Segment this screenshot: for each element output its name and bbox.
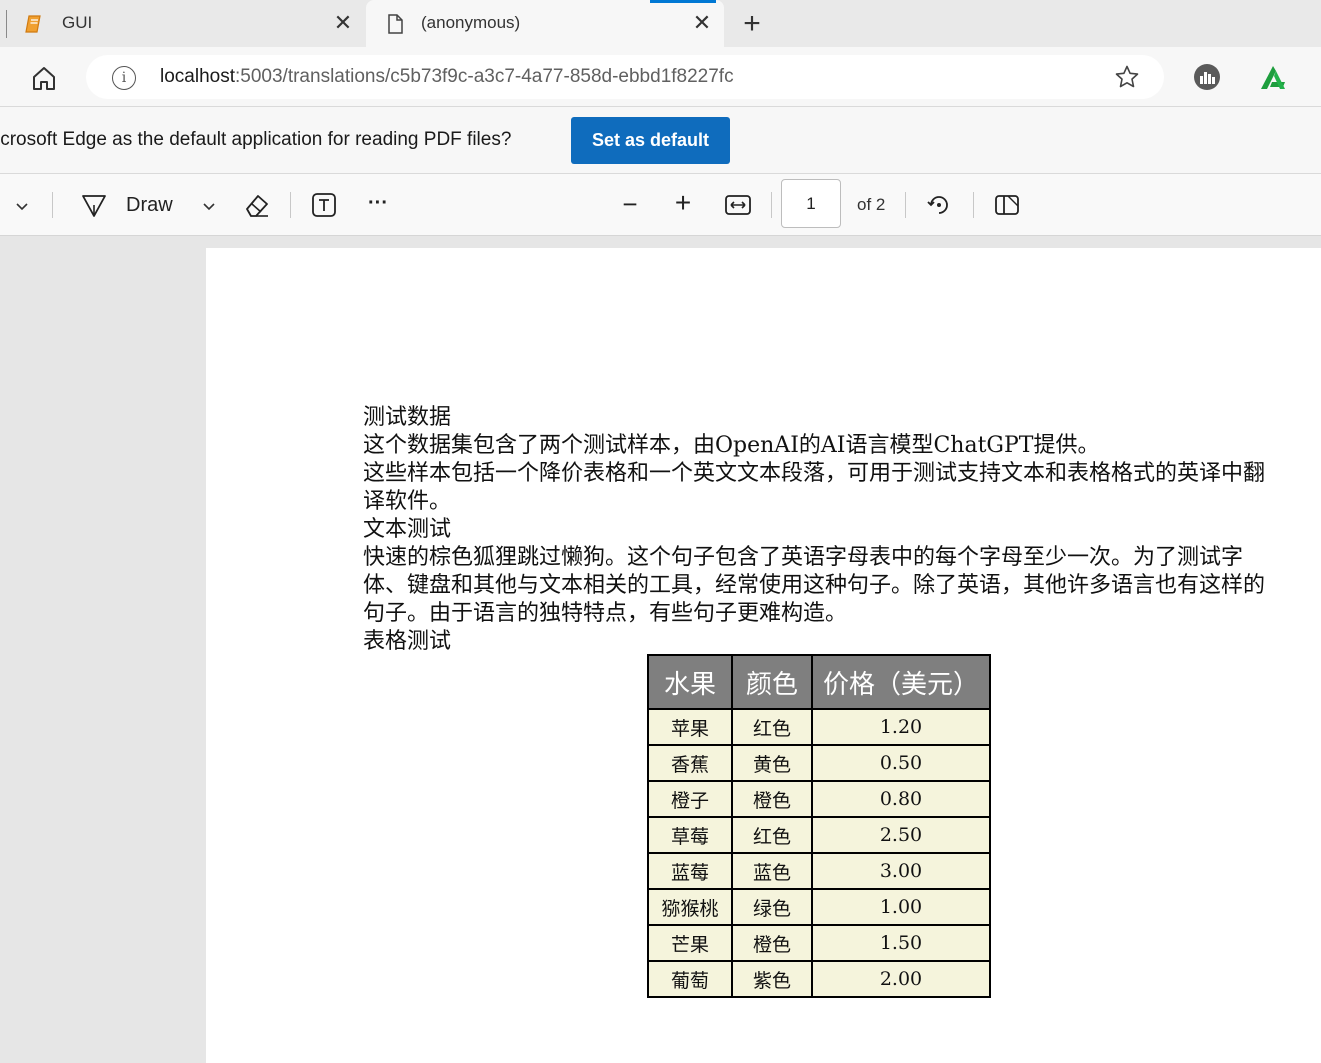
cell-price: 3.00	[811, 852, 991, 890]
cell-fruit: 苹果	[647, 708, 733, 746]
text-box-icon[interactable]	[311, 192, 337, 218]
header-color: 颜色	[731, 654, 813, 710]
extension-icon[interactable]	[1193, 63, 1221, 91]
draw-button-label[interactable]: Draw	[126, 194, 173, 217]
url-path: :5003/translations/c5b73f9c-a3c7-4a77-85…	[235, 66, 734, 87]
page-view-icon[interactable]	[993, 191, 1021, 219]
cell-fruit: 猕猴桃	[647, 888, 733, 926]
toolbar-divider	[771, 192, 772, 218]
cell-color: 紫色	[731, 960, 813, 998]
cell-color: 橙色	[731, 924, 813, 962]
pdf-toolbar: Draw ··· − + 1 of 2	[0, 174, 1321, 236]
toolbar-divider	[52, 192, 53, 218]
cell-price: 2.50	[811, 816, 991, 854]
cell-price: 1.50	[811, 924, 991, 962]
table-row: 蓝莓 蓝色 3.00	[647, 852, 991, 890]
pdf-viewer[interactable]: 测试数据 这个数据集包含了两个测试样本，由OpenAI的AI语言模型ChatGP…	[0, 236, 1321, 1063]
cell-fruit: 橙子	[647, 780, 733, 818]
set-as-default-button[interactable]: Set as default	[571, 117, 730, 164]
close-icon[interactable]: ✕	[331, 10, 355, 35]
fruit-table-wrapper: 水果 颜色 价格（美元） 苹果 红色 1.20 香蕉 黄色 0.50 橙子 橙色…	[647, 654, 991, 998]
table-row: 橙子 橙色 0.80	[647, 780, 991, 818]
new-tab-button[interactable]: +	[736, 7, 768, 40]
fruit-price-table: 水果 颜色 价格（美元） 苹果 红色 1.20 香蕉 黄色 0.50 橙子 橙色…	[647, 654, 991, 998]
draw-pen-icon[interactable]	[80, 191, 108, 219]
table-row: 葡萄 紫色 2.00	[647, 960, 991, 998]
table-row: 草莓 红色 2.50	[647, 816, 991, 854]
cell-color: 红色	[731, 816, 813, 854]
intro-paragraph: 这些样本包括一个降价表格和一个英文文本段落，可用于测试支持文本和表格格式的英译中…	[363, 461, 1266, 514]
more-options-icon[interactable]: ···	[364, 189, 392, 217]
zoom-out-button[interactable]: −	[616, 189, 644, 219]
table-row: 芒果 橙色 1.50	[647, 924, 991, 962]
cell-price: 1.20	[811, 708, 991, 746]
fit-to-width-icon[interactable]	[724, 191, 752, 219]
cell-price: 0.50	[811, 744, 991, 782]
eraser-icon[interactable]	[243, 192, 271, 220]
cell-color: 橙色	[731, 780, 813, 818]
cell-fruit: 草莓	[647, 816, 733, 854]
table-header-row: 水果 颜色 价格（美元）	[647, 654, 991, 710]
cell-fruit: 葡萄	[647, 960, 733, 998]
document-heading: 测试数据	[363, 405, 452, 430]
document-content: 测试数据 这个数据集包含了两个测试样本，由OpenAI的AI语言模型ChatGP…	[363, 404, 1283, 656]
intro-paragraph: 这个数据集包含了两个测试样本，由OpenAI的AI语言模型ChatGPT提供。	[363, 433, 1100, 458]
tab-label: GUI	[62, 13, 93, 32]
navigation-bar: i localhost:5003/translations/c5b73f9c-a…	[0, 47, 1321, 106]
default-pdf-banner: icrosoft Edge as the default application…	[0, 106, 1321, 174]
toolbar-divider	[290, 192, 291, 218]
cell-fruit: 香蕉	[647, 744, 733, 782]
chevron-down-icon[interactable]	[199, 196, 219, 216]
cell-fruit: 蓝莓	[647, 852, 733, 890]
table-row: 猕猴桃 绿色 1.00	[647, 888, 991, 926]
zoom-in-button[interactable]: +	[669, 187, 697, 218]
site-info-icon[interactable]: i	[112, 66, 136, 90]
toolbar-divider	[973, 192, 974, 218]
cell-color: 蓝色	[731, 852, 813, 890]
cell-price: 2.00	[811, 960, 991, 998]
url-text[interactable]: localhost:5003/translations/c5b73f9c-a3c…	[160, 66, 734, 88]
table-row: 苹果 红色 1.20	[647, 708, 991, 746]
address-bar[interactable]: i localhost:5003/translations/c5b73f9c-a…	[86, 55, 1164, 99]
table-row: 香蕉 黄色 0.50	[647, 744, 991, 782]
header-price: 价格（美元）	[811, 654, 991, 710]
favorite-star-icon[interactable]	[1114, 64, 1140, 90]
cell-price: 0.80	[811, 780, 991, 818]
url-host: localhost	[160, 66, 235, 87]
tab-anonymous[interactable]: (anonymous) ✕	[366, 0, 724, 47]
cell-price: 1.00	[811, 888, 991, 926]
chevron-down-icon[interactable]	[12, 196, 32, 216]
cell-fruit: 芒果	[647, 924, 733, 962]
document-icon	[388, 14, 403, 34]
pdf-page: 测试数据 这个数据集包含了两个测试样本，由OpenAI的AI语言模型ChatGP…	[206, 248, 1321, 1063]
page-number-input[interactable]: 1	[781, 179, 841, 228]
header-fruit: 水果	[647, 654, 733, 710]
tab-strip: GUI ✕ (anonymous) ✕ +	[0, 0, 1321, 47]
banner-message: icrosoft Edge as the default application…	[0, 129, 512, 150]
home-icon[interactable]	[28, 62, 60, 94]
cell-color: 绿色	[731, 888, 813, 926]
text-test-heading: 文本测试	[363, 517, 452, 542]
tab-label: (anonymous)	[421, 13, 521, 32]
toolbar-divider	[905, 192, 906, 218]
close-icon[interactable]: ✕	[690, 10, 714, 35]
text-test-paragraph: 快速的棕色狐狸跳过懒狗。这个句子包含了英语字母表中的每个字母至少一次。为了测试字…	[363, 545, 1266, 626]
cell-color: 红色	[731, 708, 813, 746]
tab-gui[interactable]: GUI ✕	[0, 0, 363, 47]
page-count: of 2	[857, 195, 886, 214]
cell-color: 黄色	[731, 744, 813, 782]
rotate-icon[interactable]	[925, 191, 953, 219]
book-icon	[25, 15, 41, 33]
profile-icon[interactable]	[1258, 62, 1288, 92]
table-test-heading: 表格测试	[363, 629, 452, 654]
